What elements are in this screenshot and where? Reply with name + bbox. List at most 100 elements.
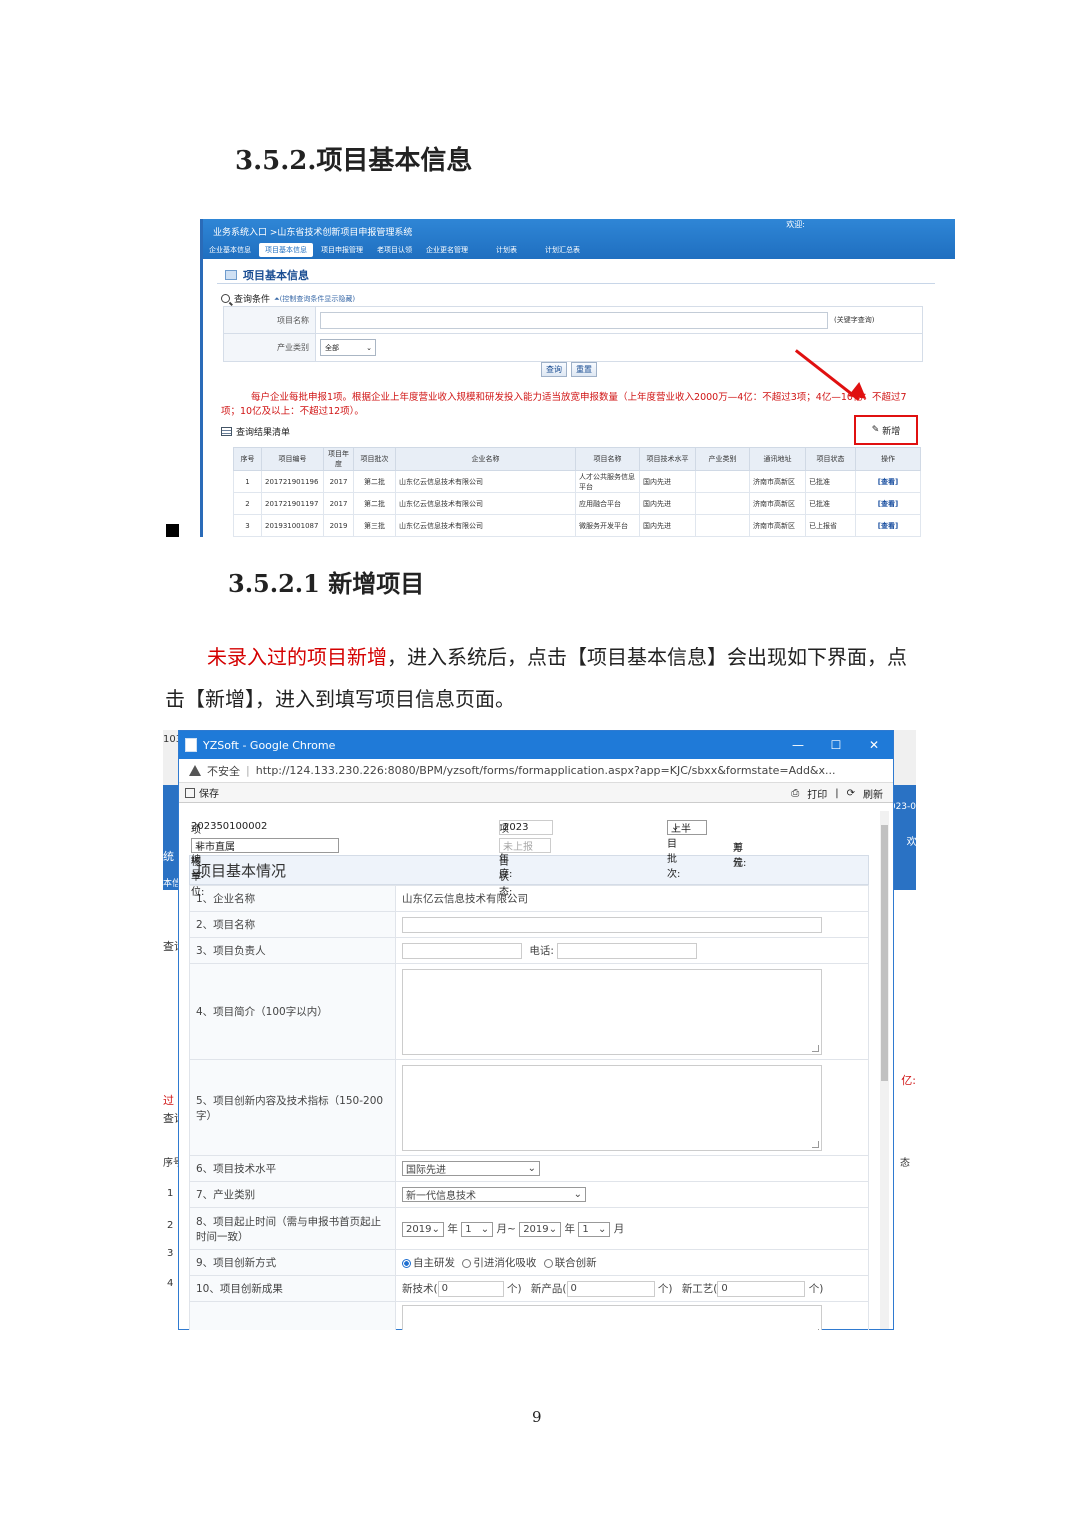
nav-plan[interactable]: 计划表	[490, 243, 523, 257]
nav-company-rename[interactable]: 企业更名管理	[420, 243, 474, 257]
chevron-down-icon: ⌄	[573, 1189, 582, 1200]
industry-select[interactable]: 新一代信息技术 ⌄	[402, 1187, 586, 1202]
chevron-down-icon: ⌄	[480, 1223, 490, 1235]
year-field[interactable]: 2023	[499, 820, 553, 835]
cell: 2017	[323, 492, 354, 515]
cell: 国内先进	[639, 492, 696, 515]
project-name-input[interactable]	[402, 916, 822, 933]
background-page-right	[893, 890, 916, 1330]
cell: 山东亿云信息技术有限公司	[395, 492, 576, 515]
query-toggle[interactable]: 查询条件 ⏶(控制查询条件显示隐藏)	[221, 292, 355, 305]
unit-label: 个)	[657, 1282, 673, 1295]
field-label: 4、项目简介（100字以内）	[189, 963, 396, 1060]
background-text: 态	[900, 1158, 910, 1169]
form-row: 7、产业类别 新一代信息技术 ⌄	[189, 1181, 869, 1208]
chevron-down-icon: ⌄	[366, 343, 372, 352]
print-button[interactable]: 打印	[807, 786, 827, 801]
nav-old-project-claim[interactable]: 老项目认领	[371, 243, 418, 257]
chevron-down-icon: ⌄	[503, 840, 512, 851]
field-label: 3、项目负责人	[189, 937, 396, 964]
print-icon: ⎙	[791, 788, 800, 799]
refresh-icon: ⟳	[846, 788, 855, 799]
industry-cell: 新一代信息技术 ⌄	[395, 1181, 869, 1208]
radio-label: 自主研发	[413, 1257, 455, 1269]
cell: 第三批	[353, 514, 396, 537]
scrollbar[interactable]	[880, 811, 889, 1329]
save-icon	[185, 787, 195, 798]
page-number: 9	[532, 1408, 542, 1426]
nav-plan-summary[interactable]: 计划汇总表	[539, 243, 586, 257]
tech-level-select[interactable]: 国际先进 ⌄	[402, 1161, 540, 1176]
manager-cell: 电话:	[395, 937, 869, 964]
maximize-icon[interactable]: ☐	[817, 731, 855, 759]
query-row-type: 产业类别 全部 ⌄	[224, 334, 922, 361]
manager-input[interactable]	[402, 942, 522, 959]
result-table: 序号 项目编号 项目年度 项目批次 企业名称 项目名称 项目技术水平 产业类别 …	[233, 447, 921, 537]
new-process-input[interactable]: 0	[717, 1280, 806, 1297]
batch-select[interactable]: 上半 ⌄	[667, 820, 707, 835]
view-link[interactable]: [查看]	[855, 514, 921, 537]
page-title-text: 项目基本信息	[243, 269, 309, 282]
field-label: 8、项目起止时间（需与申报书首页起止时间一致）	[189, 1207, 396, 1250]
minimize-icon[interactable]: —	[779, 731, 817, 759]
radio-import[interactable]	[462, 1258, 472, 1268]
start-month-select[interactable]: 1 ⌄	[461, 1221, 494, 1237]
nav-project-info[interactable]: 项目基本信息	[259, 243, 313, 257]
cell: 2017	[323, 470, 354, 493]
notice-text: 每户企业每批申报1项。根据企业上年度营业收入规模和研发投入能力适当放宽申报数量（…	[221, 392, 907, 417]
view-link[interactable]: [查看]	[855, 492, 921, 515]
cell: 已批准	[805, 492, 856, 515]
industry-select[interactable]: 全部 ⌄	[320, 339, 376, 356]
form-row: 8、项目起止时间（需与申报书首页起止时间一致） 2019 ⌄ 年 1 ⌄ 月~ 20…	[189, 1207, 869, 1250]
radio-joint[interactable]	[543, 1258, 553, 1268]
cell: 201721901196	[261, 470, 324, 493]
nav-project-apply[interactable]: 项目申报管理	[315, 243, 369, 257]
cell: 济南市高新区	[749, 492, 806, 515]
intro-textarea[interactable]	[402, 968, 822, 1055]
form-row: 1、企业名称 山东亿云信息技术有限公司	[189, 885, 869, 912]
unit-select[interactable]: 非市直属 ⌄	[191, 838, 339, 853]
window-title: YZSoft - Google Chrome	[203, 738, 336, 752]
refresh-button[interactable]: 刷新	[863, 786, 883, 801]
cell: 201931001087	[261, 514, 324, 537]
form-row: 9、项目创新方式 自主研发 引进消化吸收 联合创新	[189, 1249, 869, 1276]
new-tech-input[interactable]: 0	[437, 1280, 504, 1297]
table-row: 1 201721901196 2017 第二批 山东亿云信息技术有限公司 人才公…	[233, 470, 921, 493]
background-text: 2	[167, 1220, 174, 1231]
end-year-select[interactable]: 2019 ⌄	[519, 1221, 562, 1237]
innovation-mode-cell: 自主研发 引进消化吸收 联合创新	[395, 1249, 869, 1276]
next-textarea[interactable]	[402, 1304, 822, 1330]
field-label: 10、项目创新成果	[189, 1275, 396, 1302]
field-label: 产业类别	[224, 334, 316, 361]
scroll-thumb[interactable]	[881, 825, 888, 1081]
table-row: 3 201931001087 2019 第三批 山东亿云信息技术有限公司 微服务…	[233, 514, 921, 537]
radio-self-dev[interactable]	[402, 1258, 411, 1268]
save-button[interactable]: 保存	[199, 785, 219, 800]
add-button[interactable]: ✎ 新增	[854, 415, 918, 445]
form-meta: 项目编号: 202350100002 审核单位: 非市直属⌄ 项目年度: 202…	[191, 820, 747, 898]
new-product-input[interactable]: 0	[566, 1280, 655, 1297]
cell: 应用融合平台	[575, 492, 640, 515]
query-button[interactable]: 查询	[541, 362, 567, 377]
cell: 第二批	[353, 492, 396, 515]
project-name-input[interactable]	[320, 311, 828, 329]
divider	[217, 283, 935, 284]
main-nav: 企业基本信息 项目基本信息 项目申报管理 老项目认领 企业更名管理 计划表 计划…	[203, 243, 588, 257]
address-bar[interactable]: 不安全 | http://124.133.230.226:8080/BPM/yz…	[179, 759, 893, 783]
insecure-label: 不安全	[207, 764, 240, 778]
new-process-label: 新工艺(	[681, 1282, 718, 1295]
innovation-textarea[interactable]	[402, 1064, 822, 1151]
app-header: 业务系统入口 >山东省技术创新项目申报管理系统 欢迎: 企业基本信息 项目基本信…	[203, 219, 955, 259]
end-month-select[interactable]: 1 ⌄	[578, 1221, 611, 1237]
form-row: 3、项目负责人 电话:	[189, 937, 869, 964]
reset-button[interactable]: 重置	[571, 362, 597, 377]
window-icon	[225, 270, 237, 280]
result-header: 查询结果清单	[221, 425, 290, 438]
close-icon[interactable]: ✕	[855, 731, 893, 759]
nav-company-info[interactable]: 企业基本信息	[203, 243, 257, 257]
start-year-select[interactable]: 2019 ⌄	[402, 1221, 444, 1237]
view-link[interactable]: [查看]	[855, 470, 921, 493]
phone-input[interactable]	[557, 942, 698, 959]
url-text: http://124.133.230.226:8080/BPM/yzsoft/f…	[255, 764, 836, 777]
field-label: 项目名称	[224, 307, 316, 333]
